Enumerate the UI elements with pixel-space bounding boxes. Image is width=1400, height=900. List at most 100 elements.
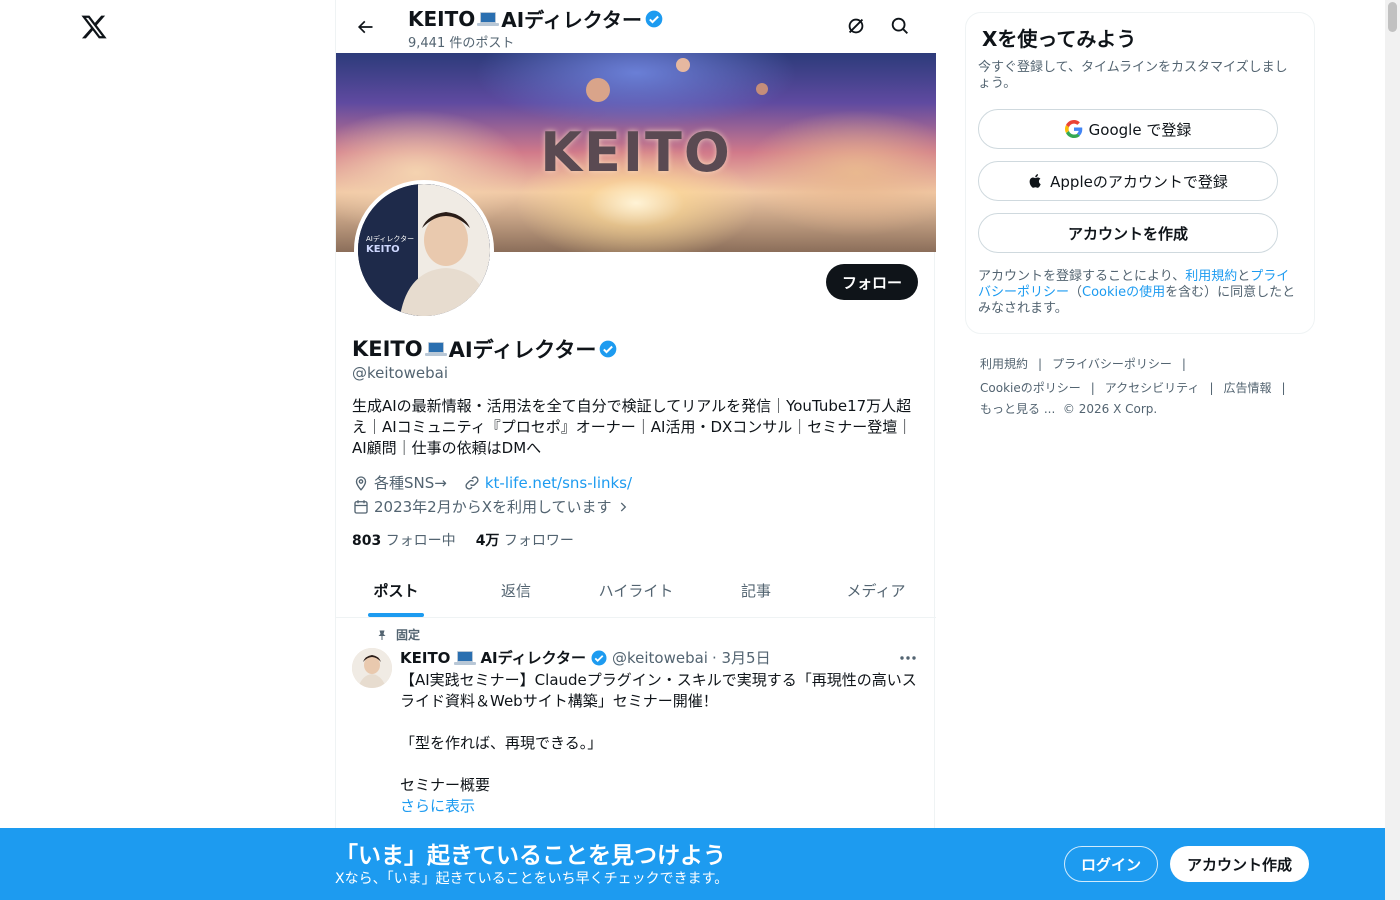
google-signup-button[interactable]: Google で登録 xyxy=(978,109,1278,149)
profile-display-name: KEITO AIディレクター xyxy=(352,334,618,364)
chevron-right-icon xyxy=(620,501,626,512)
header-display-name: KEITO AIディレクター xyxy=(408,4,664,33)
search-icon[interactable] xyxy=(888,14,912,38)
apple-signup-button[interactable]: Appleのアカウントで登録 xyxy=(978,161,1278,201)
pinned-indicator: 固定 xyxy=(376,626,420,643)
laptop-emoji-icon xyxy=(424,341,447,357)
profile-column: KEITO AIディレクター 9,441 件のポスト KEITO AIディレクタ… xyxy=(335,0,936,900)
footer-link-ads[interactable]: 広告情報 xyxy=(1224,381,1272,395)
planet-shape xyxy=(586,78,610,102)
profile-joined-date: 2023年2月からXを利用しています xyxy=(374,498,612,516)
tab-posts[interactable]: ポスト xyxy=(336,564,456,617)
profile-tabs: ポスト 返信 ハイライト 記事 メディア xyxy=(336,564,936,618)
tweet-line xyxy=(400,754,920,775)
footer-row: Cookieのポリシー | アクセシビリティ | 広告情報 | xyxy=(980,381,1286,395)
followers-count: 4万 xyxy=(475,533,500,549)
following-count: 803 xyxy=(352,533,382,549)
bottom-bar-title: 「いま」起きていることを見つけよう xyxy=(335,843,726,869)
calendar-icon xyxy=(354,499,368,514)
terms-prefix: アカウントを登録することにより、 xyxy=(978,269,1186,284)
follow-button[interactable]: フォロー xyxy=(825,264,918,300)
signup-button[interactable]: アカウント作成 xyxy=(1170,846,1309,882)
following-stat[interactable]: 803 フォロー中 xyxy=(352,530,456,550)
pinned-label: 固定 xyxy=(396,628,421,642)
location-pin-icon xyxy=(355,475,367,491)
header-name-suffix: AIディレクター xyxy=(501,8,642,32)
tweet-author-name-suffix[interactable]: AIディレクター xyxy=(480,647,586,668)
bottom-signup-bar: 「いま」起きていることを見つけよう Xなら、「いま」起きていることをいち早くチェ… xyxy=(0,828,1385,900)
more-options-icon[interactable] xyxy=(898,650,918,666)
profile-avatar[interactable]: AIディレクター KEITO xyxy=(354,180,494,320)
create-account-button[interactable]: アカウントを作成 xyxy=(978,213,1278,253)
posts-count: 9,441 件のポスト xyxy=(408,36,515,51)
tweet-date[interactable]: · 3月5日 xyxy=(712,647,771,668)
login-button[interactable]: ログイン xyxy=(1064,846,1158,882)
show-more-link[interactable]: さらに表示 xyxy=(400,796,920,817)
tweet-header: KEITO AIディレクター @keitowebai · 3月5日 xyxy=(400,647,771,668)
header-name-main: KEITO xyxy=(408,6,476,31)
signup-subtitle: 今すぐ登録して、タイムラインをカスタマイズしましょう。 xyxy=(978,60,1288,91)
tweet-line: セミナー概要 xyxy=(400,776,491,794)
profile-name-main: KEITO xyxy=(352,337,423,361)
followers-stat[interactable]: 4万 フォロワー xyxy=(476,530,574,550)
verified-badge-icon xyxy=(645,10,663,27)
planet-shape xyxy=(756,83,768,95)
terms-and: と xyxy=(1237,269,1251,284)
link-icon xyxy=(465,475,479,490)
footer-copyright: © 2026 X Corp. xyxy=(1062,402,1158,416)
tweet-line xyxy=(400,712,920,733)
following-label: フォロー中 xyxy=(385,533,456,549)
tab-articles[interactable]: 記事 xyxy=(696,564,816,617)
profile-bio: 生成AIの最新情報・活用法を全て自分で検証してリアルを発信｜YouTube17万… xyxy=(352,397,913,457)
scrollbar-thumb[interactable] xyxy=(1388,2,1397,32)
banner-text: KEITO xyxy=(540,121,732,184)
terms-paren: （ xyxy=(1069,285,1083,300)
google-icon xyxy=(1064,120,1082,138)
page-root: KEITO AIディレクター 9,441 件のポスト KEITO AIディレクタ… xyxy=(0,0,1400,900)
grok-icon[interactable] xyxy=(844,14,868,38)
laptop-emoji-icon xyxy=(454,650,477,666)
verified-badge-icon xyxy=(600,340,617,358)
verified-badge-icon xyxy=(591,650,607,665)
footer-link-cookie[interactable]: Cookieのポリシー xyxy=(980,381,1081,395)
apple-signup-label: Appleのアカウントで登録 xyxy=(1050,172,1228,191)
profile-name-suffix: AIディレクター xyxy=(448,338,597,362)
tweet-author-handle[interactable]: @keitowebai xyxy=(612,649,708,667)
profile-stats: 803 フォロー中 4万 フォロワー xyxy=(352,530,574,550)
tweet-line: 「型を作れば、再現できる。」 xyxy=(400,734,603,752)
x-logo-icon[interactable] xyxy=(80,12,108,42)
tab-highlights[interactable]: ハイライト xyxy=(576,564,696,617)
footer-link-terms[interactable]: 利用規約 xyxy=(980,357,1028,371)
cookie-link[interactable]: Cookieの使用 xyxy=(1082,285,1165,300)
signup-title: Xを使ってみよう xyxy=(982,27,1137,51)
google-signup-label: Google で登録 xyxy=(1088,120,1192,139)
avatar-label-top: AIディレクター xyxy=(366,235,415,243)
tweet-line: 【AI実践セミナー】Claudeプラグイン・スキルで実現する「再現性の高いスライ… xyxy=(400,671,917,710)
profile-handle: @keitowebai xyxy=(352,364,448,382)
signup-terms: アカウントを登録することにより、利用規約とプライバシーポリシー（Cookieの使… xyxy=(978,269,1298,317)
footer-link-accessibility[interactable]: アクセシビリティ xyxy=(1105,381,1200,395)
avatar-label-main: KEITO xyxy=(366,244,400,255)
tweet-avatar[interactable] xyxy=(352,648,392,688)
profile-location: 各種SNS→ xyxy=(374,474,447,492)
tab-media[interactable]: メディア xyxy=(816,564,936,617)
terms-link[interactable]: 利用規約 xyxy=(1185,269,1237,284)
profile-website-link[interactable]: kt-life.net/sns-links/ xyxy=(485,474,632,492)
footer-more-link[interactable]: もっと見る ... xyxy=(980,402,1055,416)
tweet-author-name-main[interactable]: KEITO xyxy=(400,649,450,667)
scrollbar[interactable] xyxy=(1385,0,1400,900)
profile-joined-row[interactable]: 2023年2月からXを利用しています xyxy=(352,496,630,517)
footer-link-privacy[interactable]: プライバシーポリシー xyxy=(1052,357,1172,371)
bottom-bar-subtitle: Xなら、「いま」起きていることをいち早くチェックできます。 xyxy=(335,871,729,887)
planet-shape xyxy=(676,58,690,72)
arrow-left-icon[interactable] xyxy=(350,12,380,42)
tab-replies[interactable]: 返信 xyxy=(456,564,576,617)
footer-row: 利用規約 | プライバシーポリシー | xyxy=(980,357,1186,371)
profile-header-bar: KEITO AIディレクター 9,441 件のポスト xyxy=(336,0,936,53)
signup-card: Xを使ってみよう 今すぐ登録して、タイムラインをカスタマイズしましょう。 Goo… xyxy=(965,12,1315,334)
apple-icon xyxy=(1029,174,1041,188)
followers-label: フォロワー xyxy=(503,533,574,549)
tweet-text: 【AI実践セミナー】Claudeプラグイン・スキルで実現する「再現性の高いスライ… xyxy=(400,670,920,817)
laptop-emoji-icon xyxy=(477,11,500,27)
pin-icon xyxy=(378,630,386,640)
